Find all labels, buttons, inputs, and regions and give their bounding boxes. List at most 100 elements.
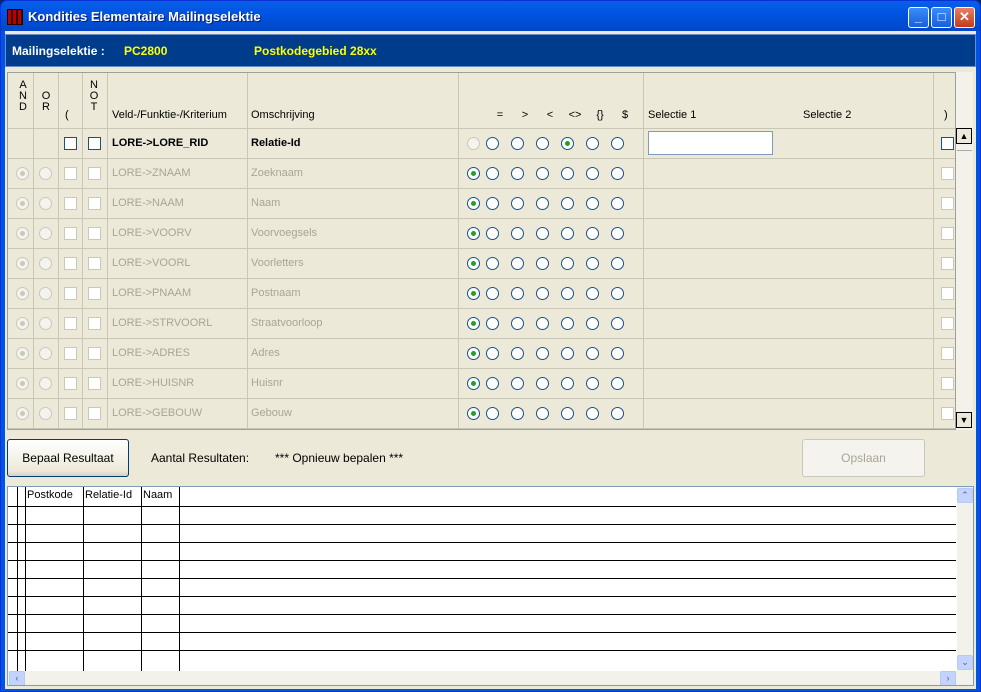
paren-open-checkbox[interactable] (64, 167, 77, 180)
or-radio[interactable] (39, 227, 52, 240)
operator-radio[interactable] (467, 287, 480, 300)
criteria-row[interactable]: LORE->PNAAM Postnaam (8, 279, 955, 309)
not-checkbox[interactable] (88, 407, 101, 420)
operator-radio[interactable] (536, 167, 549, 180)
and-radio[interactable] (16, 287, 29, 300)
and-radio[interactable] (16, 317, 29, 330)
paren-close-checkbox[interactable] (941, 257, 954, 270)
close-button[interactable]: ✕ (954, 7, 975, 28)
operator-radio[interactable] (611, 317, 624, 330)
criteria-row[interactable]: LORE->NAAM Naam (8, 189, 955, 219)
paren-open-checkbox[interactable] (64, 137, 77, 150)
operator-radio[interactable] (511, 407, 524, 420)
paren-close-checkbox[interactable] (941, 317, 954, 330)
operator-radio[interactable] (586, 377, 599, 390)
criteria-row[interactable]: LORE->ADRES Adres (8, 339, 955, 369)
operator-radio[interactable] (467, 407, 480, 420)
operator-radio[interactable] (561, 227, 574, 240)
results-header-naam[interactable]: Naam (143, 489, 173, 505)
operator-radio[interactable] (536, 287, 549, 300)
operator-radio[interactable] (536, 227, 549, 240)
criteria-row[interactable]: LORE->GEBOUW Gebouw (8, 399, 955, 429)
operator-radio[interactable] (467, 377, 480, 390)
not-checkbox[interactable] (88, 167, 101, 180)
title-bar[interactable]: Kondities Elementaire Mailingselektie _ … (1, 1, 980, 31)
results-scroll-up-icon[interactable]: ⌃ (957, 488, 973, 503)
operator-radio[interactable] (467, 137, 480, 150)
operator-radio[interactable] (511, 257, 524, 270)
operator-radio[interactable] (467, 347, 480, 360)
operator-radio[interactable] (511, 227, 524, 240)
operator-radio[interactable] (611, 257, 624, 270)
criteria-row[interactable]: LORE->LORE_RID Relatie-Id (8, 129, 955, 159)
paren-open-checkbox[interactable] (64, 407, 77, 420)
paren-close-checkbox[interactable] (941, 347, 954, 360)
operator-radio[interactable] (586, 257, 599, 270)
operator-radio[interactable] (536, 317, 549, 330)
paren-close-checkbox[interactable] (941, 377, 954, 390)
operator-radio[interactable] (611, 347, 624, 360)
or-radio[interactable] (39, 167, 52, 180)
operator-radio[interactable] (561, 407, 574, 420)
results-scroll-left-icon[interactable]: ‹ (9, 671, 25, 685)
and-radio[interactable] (16, 407, 29, 420)
scroll-down-icon[interactable]: ▼ (956, 412, 972, 428)
operator-radio[interactable] (536, 197, 549, 210)
operator-radio[interactable] (561, 197, 574, 210)
paren-open-checkbox[interactable] (64, 377, 77, 390)
results-scroll-down-icon[interactable]: ⌄ (957, 655, 973, 670)
operator-radio[interactable] (511, 317, 524, 330)
not-checkbox[interactable] (88, 287, 101, 300)
operator-radio[interactable] (561, 167, 574, 180)
operator-radio[interactable] (586, 227, 599, 240)
criteria-row[interactable]: LORE->STRVOORL Straatvoorloop (8, 309, 955, 339)
paren-open-checkbox[interactable] (64, 317, 77, 330)
results-scroll-right-icon[interactable]: › (940, 671, 956, 685)
operator-radio[interactable] (486, 167, 499, 180)
operator-radio[interactable] (586, 137, 599, 150)
results-header-relatie-id[interactable]: Relatie-Id (85, 489, 133, 505)
or-radio[interactable] (39, 197, 52, 210)
or-radio[interactable] (39, 317, 52, 330)
or-radio[interactable] (39, 407, 52, 420)
not-checkbox[interactable] (88, 377, 101, 390)
selectie-1-input[interactable] (648, 131, 773, 155)
paren-open-checkbox[interactable] (64, 257, 77, 270)
bepaal-resultaat-button[interactable]: Bepaal Resultaat (7, 439, 129, 477)
operator-radio[interactable] (467, 257, 480, 270)
criteria-row[interactable]: LORE->VOORL Voorletters (8, 249, 955, 279)
paren-close-checkbox[interactable] (941, 167, 954, 180)
operator-radio[interactable] (611, 287, 624, 300)
operator-radio[interactable] (467, 317, 480, 330)
paren-close-checkbox[interactable] (941, 287, 954, 300)
and-radio[interactable] (16, 377, 29, 390)
operator-radio[interactable] (611, 167, 624, 180)
not-checkbox[interactable] (88, 227, 101, 240)
operator-radio[interactable] (586, 347, 599, 360)
grid-scrollbar[interactable]: ▲ ▼ (956, 72, 973, 430)
minimize-button[interactable]: _ (908, 7, 929, 28)
or-radio[interactable] (39, 377, 52, 390)
operator-radio[interactable] (536, 407, 549, 420)
opslaan-button[interactable]: Opslaan (802, 439, 925, 477)
operator-radio[interactable] (586, 197, 599, 210)
operator-radio[interactable] (561, 317, 574, 330)
operator-radio[interactable] (486, 407, 499, 420)
operator-radio[interactable] (561, 137, 574, 150)
paren-open-checkbox[interactable] (64, 347, 77, 360)
and-radio[interactable] (16, 167, 29, 180)
criteria-row[interactable]: LORE->ZNAAM Zoeknaam (8, 159, 955, 189)
operator-radio[interactable] (467, 227, 480, 240)
operator-radio[interactable] (486, 227, 499, 240)
operator-radio[interactable] (486, 257, 499, 270)
paren-close-checkbox[interactable] (941, 197, 954, 210)
operator-radio[interactable] (511, 167, 524, 180)
operator-radio[interactable] (486, 197, 499, 210)
maximize-button[interactable]: □ (931, 7, 952, 28)
operator-radio[interactable] (511, 347, 524, 360)
operator-radio[interactable] (586, 407, 599, 420)
operator-radio[interactable] (486, 287, 499, 300)
and-radio[interactable] (16, 347, 29, 360)
operator-radio[interactable] (586, 317, 599, 330)
not-checkbox[interactable] (88, 347, 101, 360)
